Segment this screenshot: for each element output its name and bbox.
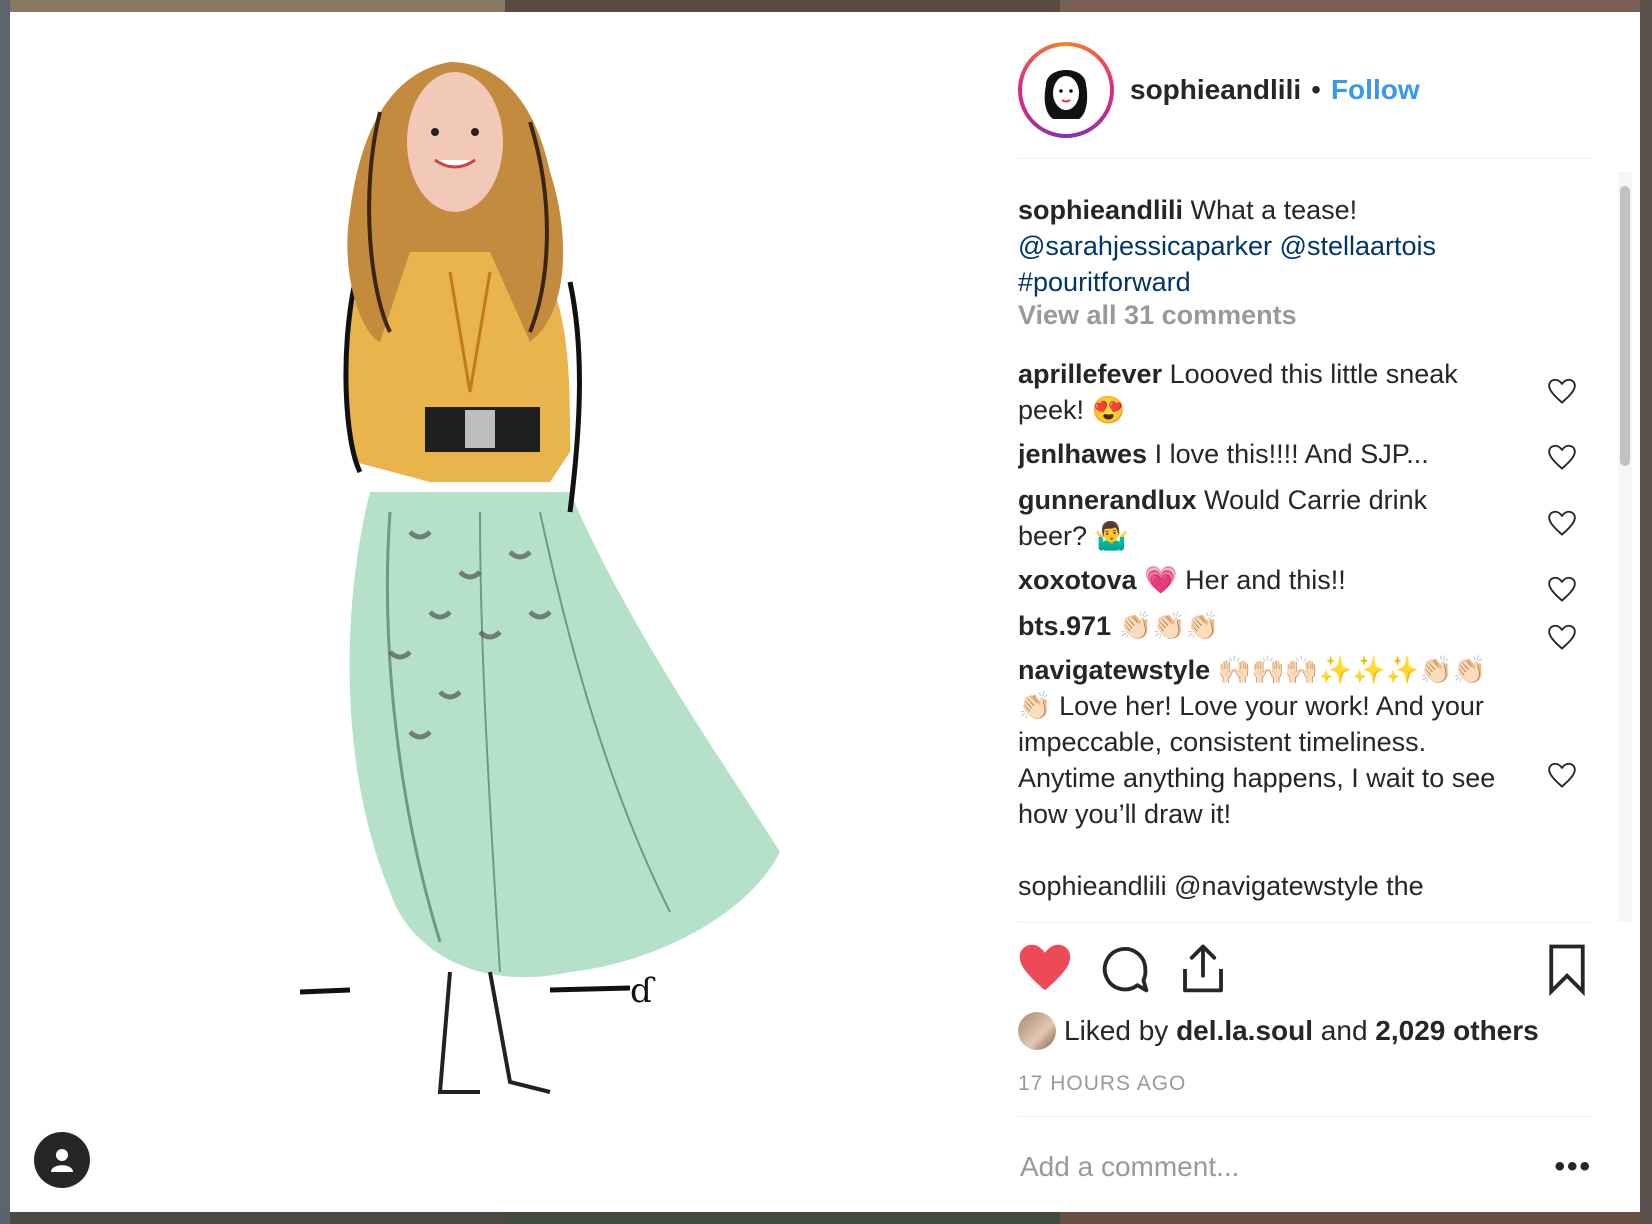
like-comment-heart-icon[interactable]: [1548, 762, 1576, 790]
mention-link[interactable]: @stellaartois: [1280, 231, 1436, 261]
profile-avatar[interactable]: [1018, 42, 1114, 138]
bookmark-icon[interactable]: [1540, 942, 1594, 996]
like-comment-heart-icon[interactable]: [1548, 576, 1576, 604]
comment-item-partial: sophieandlili @navigatewstyle the: [1018, 868, 1578, 904]
liked-by-and: and: [1320, 1015, 1368, 1046]
comment-username[interactable]: jenlhawes: [1018, 439, 1147, 469]
comment-username[interactable]: navigatewstyle: [1018, 655, 1210, 685]
more-options-icon[interactable]: •••: [1554, 1150, 1592, 1184]
fashion-illustration: ɗ: [299, 62, 780, 1094]
share-icon[interactable]: [1176, 942, 1230, 996]
follow-button[interactable]: Follow: [1331, 74, 1420, 106]
comment-text: 👏🏻👏🏻👏🏻: [1118, 611, 1220, 641]
comment-username[interactable]: gunnerandlux: [1018, 485, 1197, 515]
liked-by-user-link[interactable]: del.la.soul: [1176, 1015, 1313, 1047]
liked-by-prefix: Liked by: [1064, 1015, 1169, 1046]
likes-summary: Liked by del.la.soul and 2,029 others: [1018, 1012, 1539, 1050]
caption-username[interactable]: sophieandlili: [1018, 195, 1183, 225]
hashtag-link[interactable]: #pouritforward: [1018, 267, 1191, 297]
comment-text: I love this!!!! And SJP...: [1154, 439, 1429, 469]
liked-by-others-link[interactable]: 2,029 others: [1375, 1015, 1538, 1047]
comment-text: sophieandlili @navigatewstyle the: [1018, 871, 1424, 901]
view-all-comments-link[interactable]: View all 31 comments: [1018, 300, 1297, 331]
like-comment-heart-icon[interactable]: [1548, 624, 1576, 652]
comment-item: xoxotova 💗 Her and this!!: [1018, 562, 1498, 598]
scrollbar-thumb[interactable]: [1620, 186, 1630, 466]
comment-item: aprillefever Loooved this little sneak p…: [1018, 356, 1498, 428]
like-comment-heart-icon[interactable]: [1548, 378, 1576, 406]
actions-divider: [1018, 922, 1592, 923]
like-comment-heart-icon[interactable]: [1548, 510, 1576, 538]
comments-list: sophieandlili What a tease! @sarahjessic…: [1018, 192, 1592, 922]
comment-icon[interactable]: [1098, 942, 1152, 996]
separator-dot: •: [1311, 74, 1321, 105]
post-actions: [1018, 942, 1592, 1002]
comment-username[interactable]: bts.971: [1018, 611, 1111, 641]
comment-username[interactable]: xoxotova: [1018, 565, 1137, 595]
avatar-drawing-icon: [1044, 70, 1088, 119]
add-comment-bar: •••: [1018, 1142, 1592, 1192]
post-header: sophieandlili • Follow: [1018, 40, 1598, 140]
caption: sophieandlili What a tease! @sarahjessic…: [1018, 192, 1578, 300]
user-account-button[interactable]: [34, 1132, 90, 1188]
comment-text: 💗 Her and this!!: [1144, 565, 1346, 595]
comment-item: bts.971 👏🏻👏🏻👏🏻: [1018, 608, 1498, 644]
post-author-username[interactable]: sophieandlili: [1130, 74, 1301, 106]
caption-text: What a tease!: [1190, 195, 1358, 225]
liker-avatar[interactable]: [1018, 1012, 1056, 1050]
user-icon: [51, 1149, 73, 1172]
post-modal: ɗ sophieandlili • Follow sophieandlili W…: [10, 12, 1640, 1212]
post-panel: sophieandlili • Follow sophieandlili Wha…: [1018, 12, 1640, 1212]
post-image: ɗ: [10, 12, 1010, 1212]
comment-item: navigatewstyle 🙌🏻🙌🏻🙌🏻✨✨✨👏🏻👏🏻👏🏻 Love her!…: [1018, 652, 1498, 832]
add-comment-input[interactable]: [1018, 1150, 1502, 1184]
mention-link[interactable]: @sarahjessicaparker: [1018, 231, 1272, 261]
like-comment-heart-icon[interactable]: [1548, 444, 1576, 472]
post-timestamp[interactable]: 17 HOURS AGO: [1018, 1072, 1186, 1096]
comment-box-divider: [1018, 1116, 1592, 1117]
comment-item: gunnerandlux Would Carrie drink beer? 🤷‍…: [1018, 482, 1498, 554]
comment-item: jenlhawes I love this!!!! And SJP...: [1018, 436, 1498, 472]
heart-filled-icon[interactable]: [1018, 942, 1072, 996]
comments-scrollbar[interactable]: [1618, 172, 1632, 922]
header-divider: [1018, 158, 1592, 159]
comment-username[interactable]: aprillefever: [1018, 359, 1162, 389]
svg-text:ɗ: ɗ: [630, 971, 656, 1011]
